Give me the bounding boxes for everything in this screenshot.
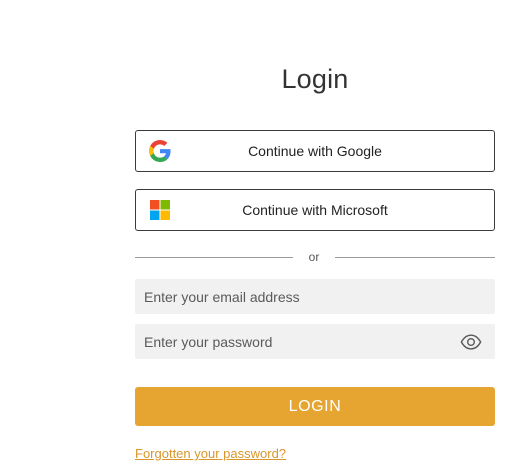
- divider-text: or: [308, 250, 320, 264]
- google-logo-icon: [149, 140, 171, 162]
- continue-with-microsoft-button[interactable]: Continue with Microsoft: [135, 189, 495, 231]
- login-page: Login Continue with Google Continue with…: [0, 0, 511, 469]
- eye-icon[interactable]: [460, 333, 482, 351]
- password-field-container: [135, 324, 495, 359]
- continue-with-google-button[interactable]: Continue with Google: [135, 130, 495, 172]
- password-field[interactable]: [135, 324, 495, 359]
- email-field[interactable]: [135, 279, 495, 314]
- login-button[interactable]: LOGIN: [135, 387, 495, 426]
- forgot-password-link[interactable]: Forgotten your password?: [135, 446, 286, 461]
- divider-line-right: [335, 257, 495, 258]
- google-button-label: Continue with Google: [248, 143, 382, 159]
- or-divider: or: [135, 249, 495, 265]
- email-field-container: [135, 279, 495, 314]
- divider-line-left: [135, 257, 293, 258]
- microsoft-button-label: Continue with Microsoft: [242, 202, 388, 218]
- microsoft-logo-icon: [150, 200, 170, 220]
- page-title: Login: [281, 64, 349, 94]
